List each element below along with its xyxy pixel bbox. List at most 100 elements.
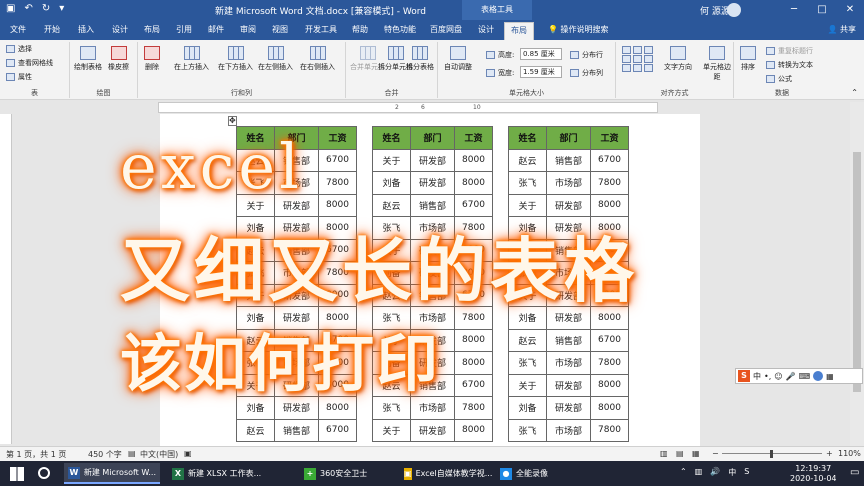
table-cell[interactable]: 7800 [454,396,493,420]
print-layout-icon[interactable]: ▤ [676,449,684,458]
table-cell[interactable]: 8000 [590,396,629,420]
table-cell[interactable]: 市场部 [546,171,591,195]
collapse-ribbon-icon[interactable]: ⌃ [851,88,858,97]
ime-mode[interactable]: 中 [753,371,761,382]
close-button[interactable]: ✕ [836,0,864,20]
table-cell[interactable]: 刘备 [508,396,547,420]
eraser-button[interactable]: 橡皮擦 [108,46,129,72]
redo-icon[interactable]: ↻ [42,3,50,14]
table-cell[interactable]: 关于 [372,148,411,172]
taskbar-app[interactable]: +360安全卫士 [300,463,384,484]
minimize-button[interactable]: ─ [780,0,808,20]
table-cell[interactable]: 研发部 [410,171,455,195]
table-cell[interactable]: 张飞 [508,171,547,195]
zoom-slider-thumb[interactable] [770,450,773,458]
keyboard-icon[interactable]: ⌨ [799,372,811,381]
table-cell[interactable]: 8000 [590,373,629,397]
table-cell[interactable]: 赵云 [508,328,547,352]
header-cell[interactable]: 姓名 [508,126,547,150]
tab-references[interactable]: 引用 [176,24,192,35]
table-cell[interactable]: 研发部 [546,373,591,397]
taskbar-app[interactable]: X 新建 XLSX 工作表... [168,463,292,484]
table-cell[interactable]: 8000 [454,171,493,195]
emoji-icon[interactable]: ☺ [774,372,782,381]
start-button-icon[interactable] [10,467,24,481]
table-cell[interactable]: 市场部 [546,418,591,442]
volume-icon[interactable]: 🔊 [710,467,720,478]
align-middle-center-icon[interactable] [633,55,642,63]
tab-home[interactable]: 开始 [44,24,60,35]
header-cell[interactable]: 部门 [546,126,591,150]
table-cell[interactable]: 销售部 [274,418,319,442]
tab-table-layout[interactable]: 布局 [504,22,534,40]
page-count[interactable]: 第 1 页，共 1 页 [6,449,66,460]
header-cell[interactable]: 姓名 [372,126,411,150]
table-cell[interactable]: 6700 [454,373,493,397]
proofing-icon[interactable]: ▤ [128,449,136,458]
header-cell[interactable]: 工资 [318,126,357,150]
table-cell[interactable]: 7800 [318,171,357,195]
taskbar-clock[interactable]: 12:19:37 2020-10-04 [790,464,837,484]
table-cell[interactable]: 赵云 [372,193,411,217]
split-table-button[interactable]: 拆分表格 [406,46,434,72]
table-cell[interactable]: 关于 [372,418,411,442]
table-cell[interactable]: 研发部 [410,148,455,172]
table-cell[interactable]: 7800 [590,171,629,195]
table-cell[interactable]: 研发部 [546,396,591,420]
properties-button[interactable]: 属性 [6,72,32,82]
table-cell[interactable]: 销售部 [546,148,591,172]
tab-help[interactable]: 帮助 [352,24,368,35]
tab-review[interactable]: 审阅 [240,24,256,35]
zoom-out-icon[interactable]: − [712,449,719,458]
table-cell[interactable]: 7800 [590,418,629,442]
zoom-in-icon[interactable]: + [826,449,833,458]
skin-icon[interactable] [813,371,824,381]
insert-below-button[interactable]: 在下方插入 [218,46,253,72]
tab-insert[interactable]: 插入 [78,24,94,35]
punctuation-icon[interactable]: •, [764,372,771,381]
table-cell[interactable]: 8000 [318,193,357,217]
search-icon[interactable] [38,467,50,479]
table-cell[interactable]: 关于 [508,373,547,397]
tab-file[interactable]: 文件 [10,24,26,35]
table-cell[interactable]: 6700 [590,148,629,172]
scrollbar-thumb[interactable] [853,152,861,392]
share-button[interactable]: 👤 共享 [827,24,856,35]
taskbar-app[interactable]: ▣ Excel自媒体教学视... [400,463,492,484]
taskbar-app[interactable]: ● 全能录像 [496,463,560,484]
insert-right-button[interactable]: 在右侧插入 [300,46,335,72]
table-cell[interactable]: 6700 [318,418,357,442]
table-cell[interactable]: 6700 [318,148,357,172]
table-cell[interactable]: 8000 [454,418,493,442]
table-cell[interactable]: 研发部 [410,418,455,442]
table-cell[interactable]: 赵云 [236,418,275,442]
header-cell[interactable]: 工资 [454,126,493,150]
align-bottom-left-icon[interactable] [622,64,631,72]
undo-icon[interactable]: ↶ [24,3,32,14]
table-cell[interactable]: 销售部 [546,328,591,352]
help-search[interactable]: 💡 操作说明搜索 [548,24,609,35]
tab-design[interactable]: 设计 [112,24,128,35]
sogou-tray-icon[interactable]: S [744,467,749,478]
header-cell[interactable]: 工资 [590,126,629,150]
select-button[interactable]: 选择 [6,44,32,54]
tab-developer[interactable]: 开发工具 [305,24,337,35]
tab-baidu[interactable]: 百度网盘 [430,24,462,35]
vertical-scrollbar[interactable] [850,102,864,446]
toolbox-icon[interactable]: ▦ [826,372,834,381]
sort-button[interactable]: 排序 [740,46,756,72]
voice-icon[interactable]: 🎤 [786,372,796,381]
ime-toolbar[interactable]: S 中 •, ☺ 🎤 ⌨ ▦ [735,368,863,384]
width-input[interactable]: 1.59 厘米 [520,66,562,78]
tab-features[interactable]: 特色功能 [384,24,416,35]
tab-mailings[interactable]: 邮件 [208,24,224,35]
align-top-right-icon[interactable] [644,46,653,54]
align-top-left-icon[interactable] [622,46,631,54]
distribute-cols-button[interactable]: 分布列 [570,68,603,78]
cell-margins-button[interactable]: 单元格边距 [702,46,732,82]
height-input[interactable]: 0.85 厘米 [520,48,562,60]
vertical-ruler[interactable] [0,114,12,444]
distribute-rows-button[interactable]: 分布行 [570,50,603,60]
input-method-icon[interactable]: 中 [728,467,736,478]
table-cell[interactable]: 销售部 [410,193,455,217]
